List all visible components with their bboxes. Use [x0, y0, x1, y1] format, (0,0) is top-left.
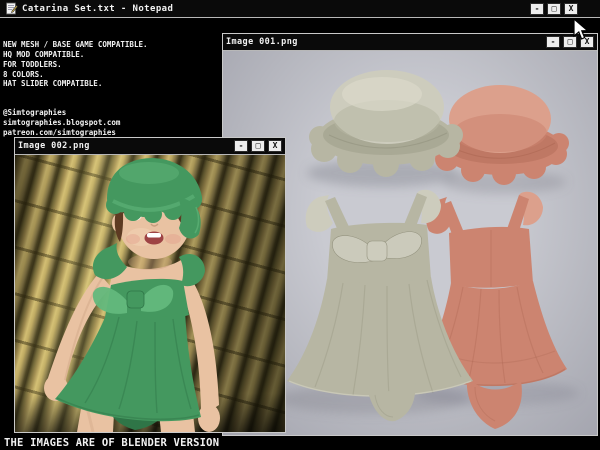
image-002-content — [15, 155, 285, 432]
toddler-render — [15, 155, 285, 432]
image-002-title: Image 002.png — [18, 141, 90, 151]
toddler-mouth — [145, 232, 164, 245]
image-002-window-controls: - □ X — [234, 140, 282, 152]
image-001-titlebar[interactable]: Image 001.png - □ X — [223, 34, 597, 51]
notepad-window-controls: - □ X — [530, 3, 578, 15]
image-002-titlebar[interactable]: Image 002.png - □ X — [15, 138, 285, 155]
image-002-window: Image 002.png - □ X — [14, 137, 286, 433]
notepad-title: Catarina Set.txt - Notepad — [22, 4, 173, 14]
notepad-text: NEW MESH / BASE GAME COMPATIBLE. HQ MOD … — [3, 40, 148, 137]
notepad-maximize-button[interactable]: □ — [547, 3, 561, 15]
mouse-cursor — [573, 18, 589, 42]
notepad-close-button[interactable]: X — [564, 3, 578, 15]
notepad-titlebar[interactable]: Catarina Set.txt - Notepad - □ X — [0, 0, 600, 18]
notepad-minimize-button[interactable]: - — [530, 3, 544, 15]
image-001-title: Image 001.png — [226, 37, 298, 47]
image-002-maximize-button[interactable]: □ — [251, 140, 265, 152]
image-001-minimize-button[interactable]: - — [546, 36, 560, 48]
desktop: Catarina Set.txt - Notepad - □ X NEW MES… — [0, 0, 600, 450]
notepad-icon — [5, 2, 18, 15]
image-002-close-button[interactable]: X — [268, 140, 282, 152]
notepad-footer-text: THE IMAGES ARE OF BLENDER VERSION — [4, 437, 219, 449]
image-002-minimize-button[interactable]: - — [234, 140, 248, 152]
